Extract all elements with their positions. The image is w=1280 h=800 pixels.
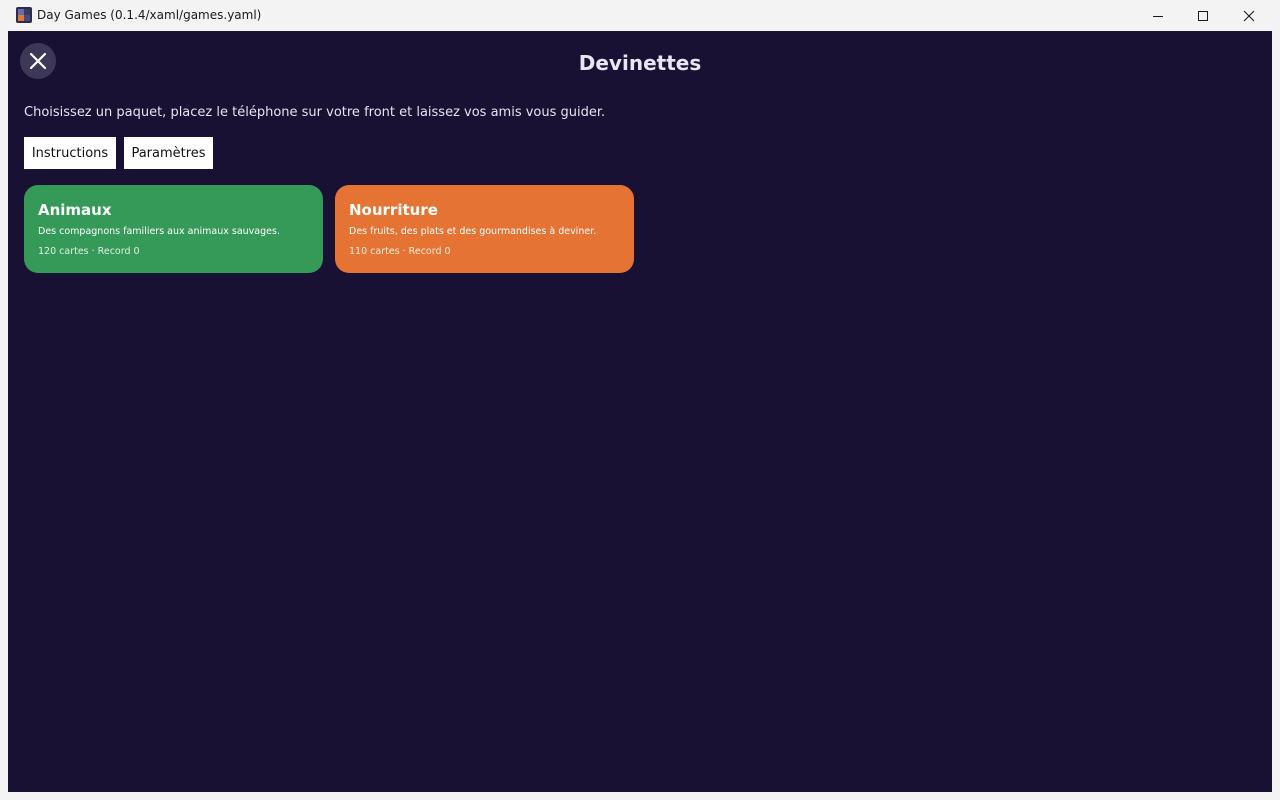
window-title-bar: Day Games (0.1.4/xaml/games.yaml): [0, 0, 1280, 31]
app-content: Devinettes Choisissez un paquet, placez …: [8, 31, 1272, 792]
deck-name: Animaux: [38, 201, 112, 219]
maximize-icon: [1198, 10, 1208, 21]
maximize-button[interactable]: [1180, 0, 1226, 31]
deck-description: Des fruits, des plats et des gourmandise…: [349, 226, 597, 237]
deck-name: Nourriture: [349, 201, 438, 219]
window-close-button[interactable]: [1226, 0, 1272, 31]
intro-text: Choisissez un paquet, placez le téléphon…: [24, 105, 606, 120]
deck-card-animals[interactable]: Animaux Des compagnons familiers aux ani…: [24, 185, 323, 273]
window-title: Day Games (0.1.4/xaml/games.yaml): [37, 8, 262, 22]
instructions-button[interactable]: Instructions: [24, 137, 116, 169]
deck-meta: 120 cartes · Record 0: [38, 246, 140, 257]
minimize-button[interactable]: [1135, 0, 1181, 31]
minimize-icon: [1153, 15, 1163, 17]
deck-description: Des compagnons familiers aux animaux sau…: [38, 226, 280, 237]
deck-meta: 110 cartes · Record 0: [349, 246, 451, 257]
window-close-icon: [1243, 10, 1255, 21]
page-title: Devinettes: [578, 51, 702, 75]
deck-card-food[interactable]: Nourriture Des fruits, des plats et des …: [335, 185, 634, 273]
settings-button[interactable]: Paramètres: [124, 137, 213, 169]
app-grid-icon: [16, 7, 32, 23]
